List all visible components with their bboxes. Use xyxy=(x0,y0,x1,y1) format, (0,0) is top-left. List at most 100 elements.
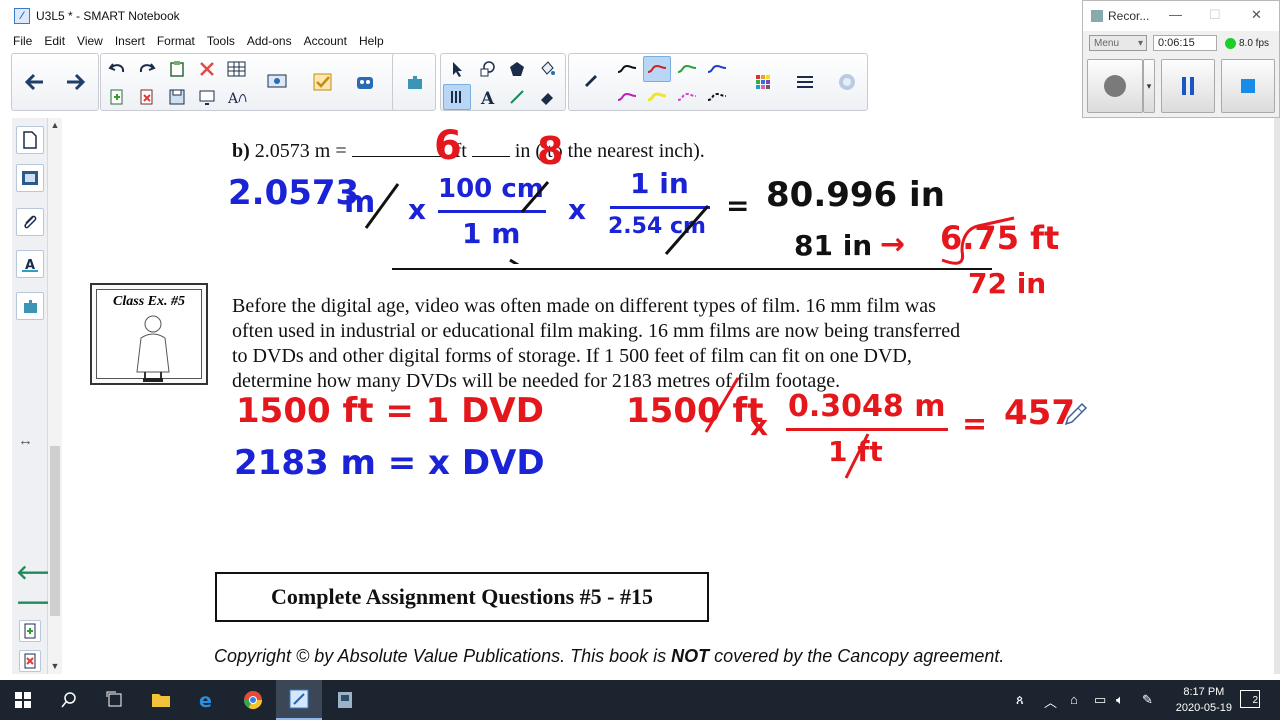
camera-screen-icon xyxy=(267,74,287,88)
handwriting-recognition-button[interactable]: A xyxy=(223,84,251,110)
line-style-button[interactable] xyxy=(787,56,823,108)
smart-notebook-icon xyxy=(289,689,309,709)
recording-status-icon xyxy=(1225,37,1236,49)
select-tool[interactable] xyxy=(443,56,471,82)
resize-handle-icon[interactable]: ↔ xyxy=(18,432,33,449)
people-icon[interactable]: ጰ xyxy=(1016,692,1024,708)
redo-button[interactable] xyxy=(133,56,161,82)
pens-tool[interactable] xyxy=(443,84,471,110)
recorder-menu-dropdown[interactable]: Menu ▾ xyxy=(1089,35,1147,51)
start-button[interactable] xyxy=(0,680,46,720)
pen-style-green[interactable] xyxy=(673,56,701,82)
gallery-tab[interactable] xyxy=(16,164,44,192)
menu-account[interactable]: Account xyxy=(304,34,347,48)
attachments-tab[interactable] xyxy=(16,208,44,236)
recorder-taskbar-button[interactable] xyxy=(322,680,368,720)
properties-tab[interactable]: A xyxy=(16,250,44,278)
paste-button[interactable] xyxy=(163,56,191,82)
record-options-button[interactable]: ▾ xyxy=(1143,59,1155,113)
menu-file[interactable]: File xyxy=(13,34,32,48)
menu-insert[interactable]: Insert xyxy=(115,34,145,48)
add-page-button[interactable] xyxy=(103,84,131,110)
hw-start-value: 2.0573 xyxy=(228,173,360,213)
close-icon[interactable]: ✕ xyxy=(1251,7,1262,23)
menu-view[interactable]: View xyxy=(77,34,103,48)
record-button[interactable] xyxy=(1087,59,1143,113)
pen-style-red[interactable] xyxy=(643,56,671,82)
insert-table-button[interactable] xyxy=(223,56,251,82)
task-view-button[interactable] xyxy=(92,680,138,720)
action-center-button[interactable]: 2 xyxy=(1240,690,1260,708)
volume-icon[interactable]: 🔈︎ xyxy=(1116,692,1124,708)
question-b-label: b) xyxy=(232,140,250,162)
smart-notebook-taskbar-button[interactable] xyxy=(276,680,322,720)
display-icon xyxy=(199,90,215,105)
delete-page-button[interactable] xyxy=(133,84,161,110)
lesson-activity-button[interactable] xyxy=(347,56,383,108)
pause-button[interactable] xyxy=(1161,59,1215,113)
text-recognition-icon: A xyxy=(227,91,247,106)
search-button[interactable] xyxy=(46,680,92,720)
file-explorer-button[interactable] xyxy=(138,680,184,720)
recorder-title: Recor... xyxy=(1108,9,1150,23)
pen-style-blue[interactable] xyxy=(703,56,731,82)
scroll-thumb[interactable] xyxy=(50,446,60,616)
fill-effects-button[interactable] xyxy=(829,56,865,108)
pen-style-magenta[interactable] xyxy=(613,84,641,110)
class-example-frame: Class Ex. #5 xyxy=(96,289,202,382)
screen-capture-button[interactable] xyxy=(259,56,295,108)
menu-tools[interactable]: Tools xyxy=(207,34,235,48)
next-page-button[interactable] xyxy=(58,56,94,108)
addons-tab[interactable] xyxy=(16,292,44,320)
display-tray-icon[interactable]: ▭ xyxy=(1094,692,1106,708)
sidebar-delete-page-button[interactable] xyxy=(19,650,41,672)
notebook-canvas[interactable]: b) 2.0573 m = ft in ( to the nearest inc… xyxy=(62,118,1274,674)
pen-style-pink-dashed[interactable] xyxy=(673,84,701,110)
undo-button[interactable] xyxy=(103,56,131,82)
page-sorter-tab[interactable] xyxy=(16,126,44,154)
show-hidden-icons-icon[interactable]: ︿ xyxy=(1044,692,1057,711)
hw-arrow: → xyxy=(880,227,906,262)
pen-style-yellow[interactable] xyxy=(643,84,671,110)
delete-button[interactable] xyxy=(193,56,221,82)
page-scrollbar[interactable]: ▲ ▼ xyxy=(48,118,62,674)
menu-help[interactable]: Help xyxy=(359,34,384,48)
minimize-icon[interactable]: — xyxy=(1169,7,1182,22)
recorder-elapsed-time: 0:06:15 xyxy=(1153,35,1217,51)
previous-page-button[interactable] xyxy=(16,56,52,108)
system-clock[interactable]: 8:17 PM 2020-05-19 xyxy=(1176,684,1232,716)
scroll-up-icon[interactable]: ▲ xyxy=(48,120,62,130)
full-screen-button[interactable] xyxy=(193,84,221,110)
cancel-mark-cm xyxy=(664,205,710,255)
menu-format[interactable]: Format xyxy=(157,34,195,48)
addons-button[interactable] xyxy=(397,56,433,108)
menu-edit[interactable]: Edit xyxy=(44,34,65,48)
color-palette-button[interactable] xyxy=(745,56,781,108)
eraser-tool[interactable] xyxy=(533,84,561,110)
sidebar-add-page-button[interactable] xyxy=(19,620,41,642)
network-icon[interactable]: ⌂ xyxy=(1070,692,1078,707)
pen-style-black[interactable] xyxy=(613,56,641,82)
stop-button[interactable] xyxy=(1221,59,1275,113)
right-edge-scrollbar[interactable] xyxy=(1274,118,1280,674)
highlighter-tool[interactable] xyxy=(577,66,605,92)
edit-group: A xyxy=(100,53,435,111)
regular-polygon-tool[interactable] xyxy=(503,56,531,82)
pen-style-black-dashed[interactable] xyxy=(703,84,731,110)
chrome-button[interactable] xyxy=(230,680,276,720)
scroll-down-icon[interactable]: ▼ xyxy=(48,661,62,671)
menu-add-ons[interactable]: Add-ons xyxy=(247,34,292,48)
response-button[interactable] xyxy=(305,56,341,108)
svg-text:A: A xyxy=(227,91,239,106)
hw-times-3: x xyxy=(750,409,769,442)
maximize-icon[interactable]: ☐ xyxy=(1209,7,1221,23)
line-tool[interactable] xyxy=(503,84,531,110)
save-button[interactable] xyxy=(163,84,191,110)
checkmark-icon xyxy=(313,73,332,91)
shape-tool[interactable] xyxy=(473,56,501,82)
recorder-status-row: Menu ▾ 0:06:15 8.0 fps xyxy=(1089,35,1269,51)
fill-tool[interactable] xyxy=(533,56,561,82)
pen-workspace-icon[interactable]: ✎ xyxy=(1142,692,1153,708)
internet-explorer-button[interactable]: e xyxy=(184,680,230,720)
text-tool[interactable]: A xyxy=(473,84,501,110)
